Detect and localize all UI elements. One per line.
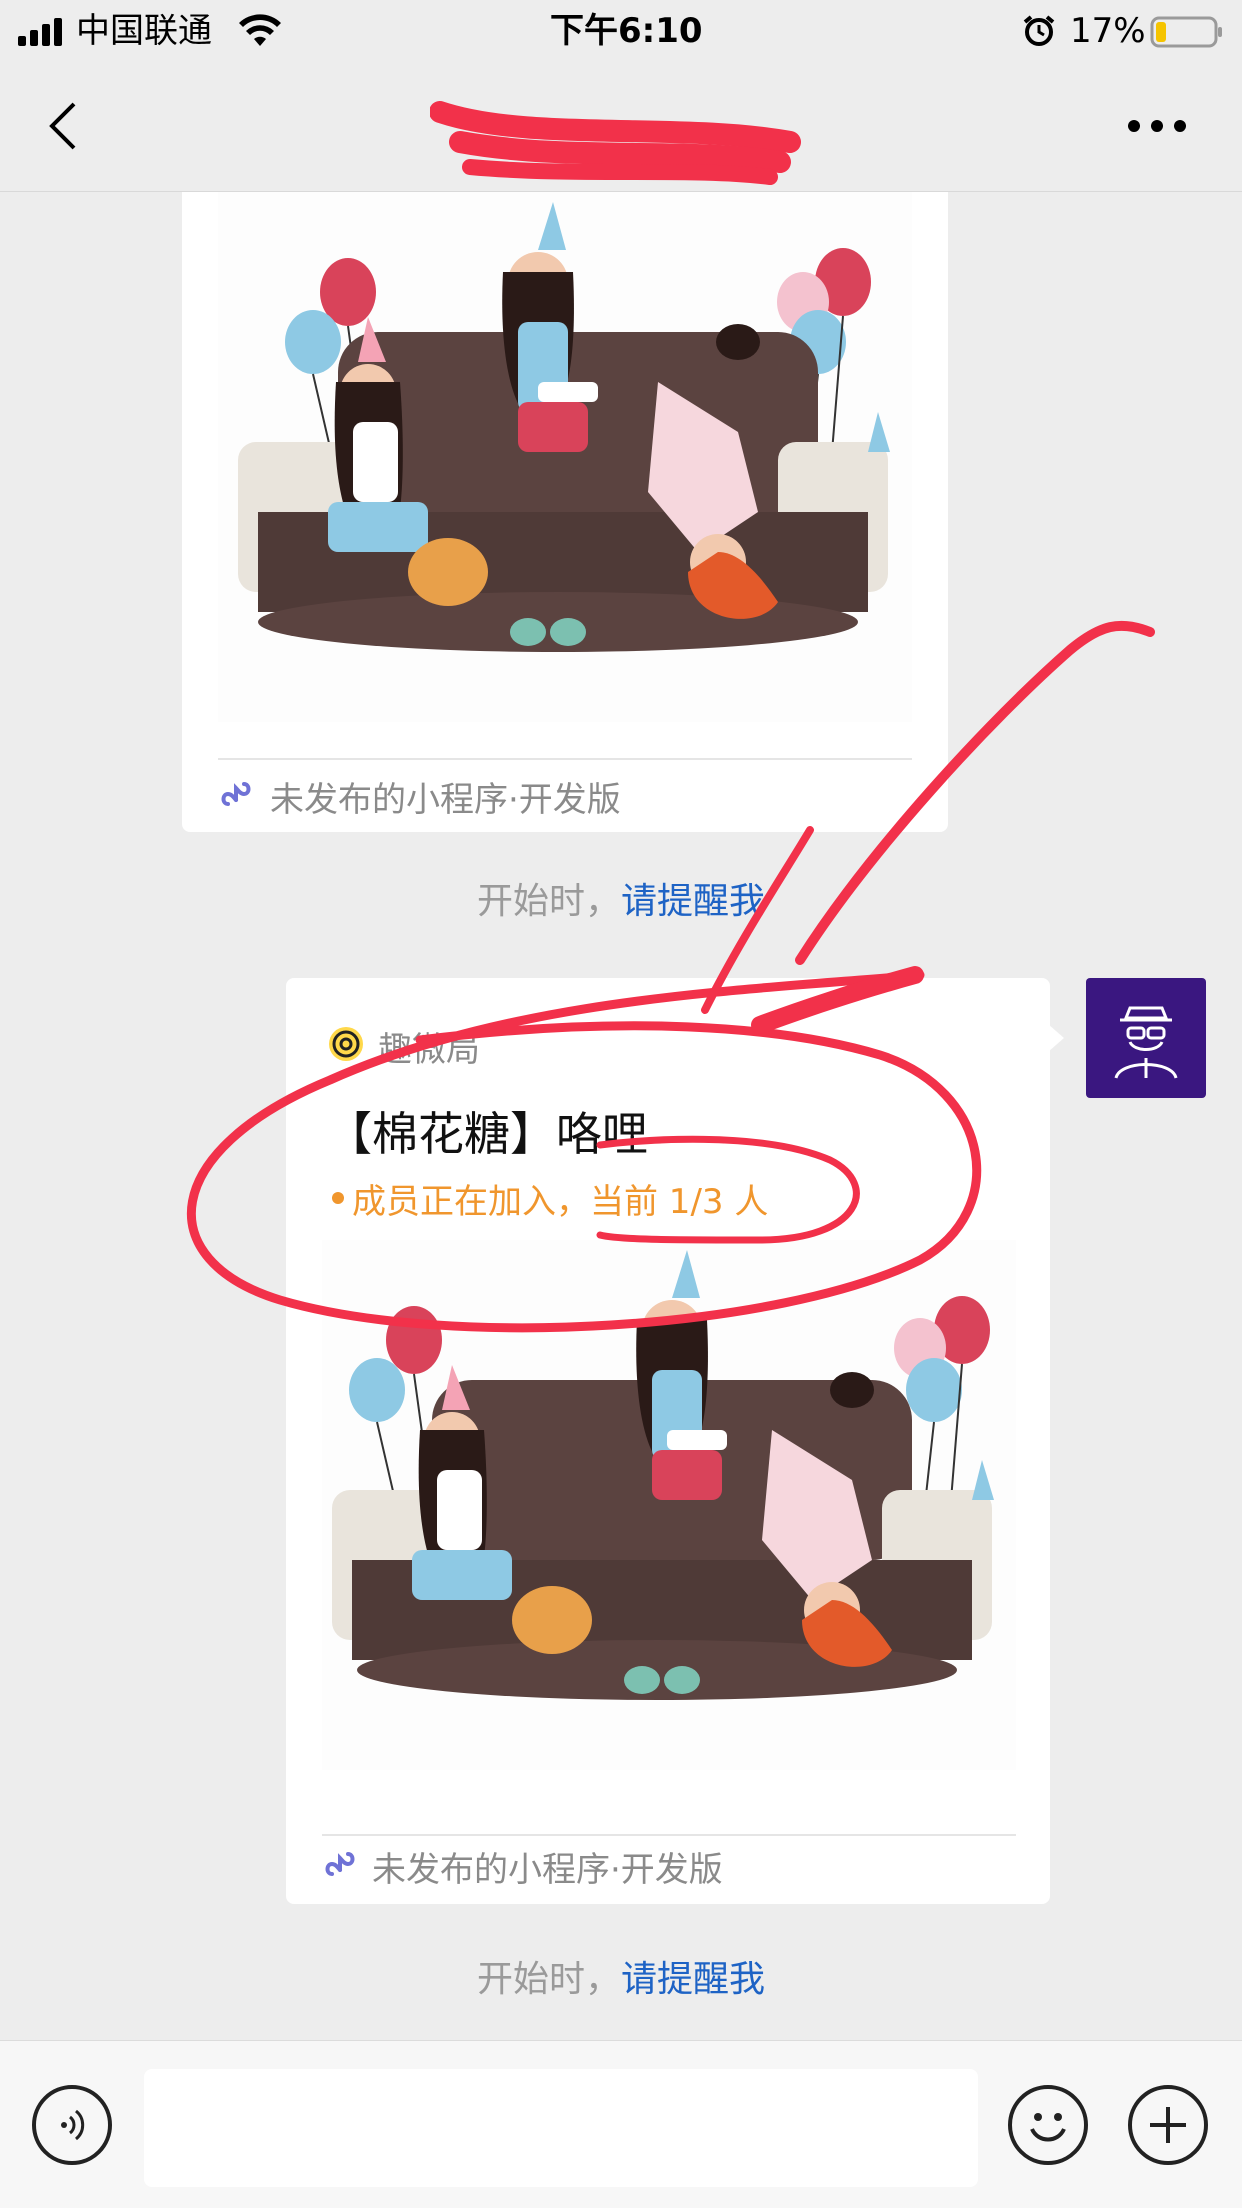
mini-program-card[interactable]: 趣微局 【棉花糖】咯哩 成员正在加入，当前 1/3 人 未发布的小程序·开发版 — [286, 978, 1050, 1904]
carrier-label: 中国联通 — [76, 11, 212, 51]
chat-header — [0, 62, 1242, 192]
battery-percent: 17% — [1070, 11, 1146, 51]
member-status: 成员正在加入，当前 1/3 人 — [352, 1182, 769, 1222]
back-button[interactable] — [36, 96, 96, 156]
message-input[interactable] — [144, 2069, 978, 2187]
card-divider — [322, 1834, 1016, 1836]
mini-program-card[interactable]: 未发布的小程序·开发版 — [182, 192, 948, 832]
alarm-icon — [1022, 14, 1056, 48]
emoji-icon — [1030, 2113, 1066, 2142]
remind-me-link[interactable]: 请提醒我 — [621, 1959, 765, 2000]
card-title: 【棉花糖】咯哩 — [326, 1107, 648, 1161]
source-logo-icon — [326, 1024, 366, 1064]
status-bar: 中国联通 下午6:10 17% — [0, 0, 1242, 62]
bubble-tail — [1048, 1024, 1064, 1052]
input-bar — [0, 2040, 1242, 2208]
avatar[interactable] — [1086, 978, 1206, 1098]
reminder-row: 开始时，请提醒我 — [0, 1950, 1242, 2002]
reminder-prefix: 开始时， — [476, 1959, 621, 2000]
mini-program-link-icon — [322, 1846, 358, 1882]
signal-icon — [18, 18, 68, 46]
more-button[interactable] — [1124, 106, 1190, 146]
chevron-left-icon — [49, 102, 76, 150]
agent-avatar-icon — [1114, 1006, 1178, 1079]
card-footer-label: 未发布的小程序·开发版 — [270, 780, 621, 820]
mini-program-link-icon — [218, 776, 254, 812]
reminder-prefix: 开始时， — [476, 881, 621, 922]
plus-button[interactable] — [1128, 2085, 1208, 2165]
reminder-row: 开始时，请提醒我 — [0, 872, 1242, 924]
wifi-icon — [238, 14, 282, 48]
status-dot — [332, 1192, 344, 1204]
card-cover-image — [218, 192, 912, 722]
card-cover-image — [322, 1240, 1016, 1770]
voice-button[interactable] — [32, 2085, 112, 2165]
clock-time: 下午6:10 — [550, 11, 703, 51]
remind-me-link[interactable]: 请提醒我 — [621, 881, 765, 922]
battery-icon — [1150, 16, 1224, 48]
more-dots-icon — [1128, 120, 1186, 132]
voice-icon — [61, 2109, 85, 2141]
card-footer-label: 未发布的小程序·开发版 — [372, 1850, 723, 1890]
card-divider — [218, 758, 912, 760]
plus-icon — [1150, 2107, 1186, 2143]
emoji-button[interactable] — [1008, 2085, 1088, 2165]
source-name: 趣微局 — [378, 1030, 480, 1070]
